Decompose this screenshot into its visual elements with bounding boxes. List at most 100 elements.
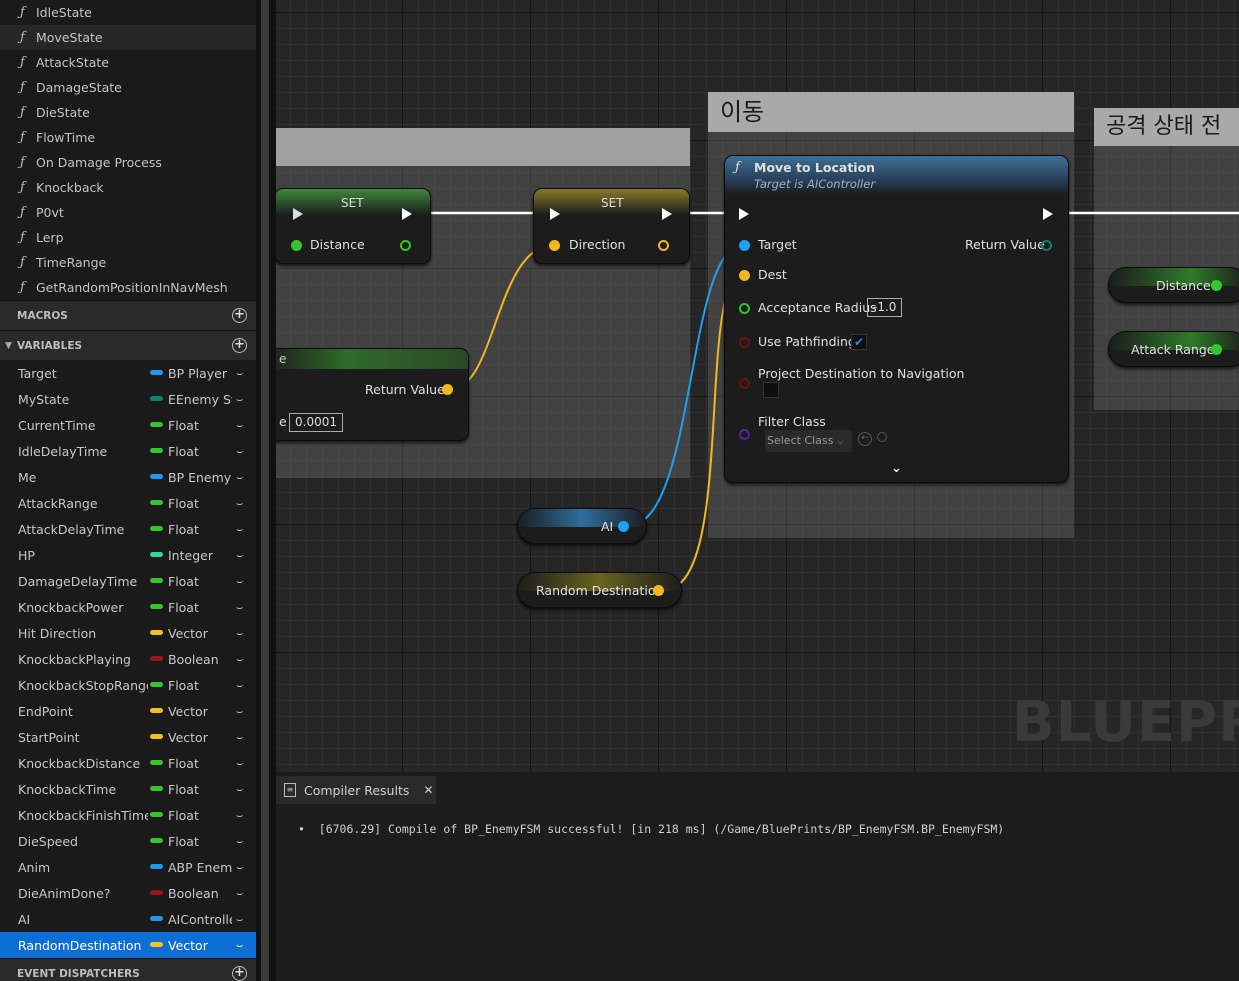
filter-class-select[interactable]: Select Class ⌵ xyxy=(765,430,852,452)
eye-closed-icon[interactable]: ⌣ xyxy=(236,809,243,823)
ai-out-pin[interactable] xyxy=(618,521,629,532)
exec-in-pin[interactable] xyxy=(550,208,560,220)
eye-closed-icon[interactable]: ⌣ xyxy=(236,367,243,381)
acceptance-radius-pin[interactable] xyxy=(739,303,750,314)
exec-out-pin[interactable] xyxy=(1043,208,1053,220)
function-item[interactable]: ƒ P0vt xyxy=(0,200,256,225)
exec-in-pin[interactable] xyxy=(739,208,749,220)
function-item[interactable]: ƒ FlowTime xyxy=(0,125,256,150)
variables-section[interactable]: ▼ VARIABLES + xyxy=(0,330,256,360)
get-distance-node[interactable]: Distance xyxy=(1108,267,1239,303)
use-pathfinding-checkbox[interactable]: ✔ xyxy=(851,334,867,350)
variable-item[interactable]: StartPoint Vector ⌣ xyxy=(0,724,256,750)
browse-search-icon[interactable] xyxy=(877,432,887,442)
compiler-results-tab[interactable]: ≡ Compiler Results ✕ xyxy=(276,776,436,804)
eye-closed-icon[interactable]: ⌣ xyxy=(236,887,243,901)
return-value-pin[interactable] xyxy=(442,384,453,395)
eye-closed-icon[interactable]: ⌣ xyxy=(236,653,243,667)
project-destination-checkbox[interactable] xyxy=(763,382,779,398)
filter-class-pin[interactable] xyxy=(739,429,750,440)
eye-closed-icon[interactable]: ⌣ xyxy=(236,861,243,875)
get-random-destination-node[interactable]: Random Destination xyxy=(517,572,682,608)
blueprint-graph[interactable]: 이동 공격 상태 전 SET Distance SET Direction e … xyxy=(276,0,1239,772)
variable-item[interactable]: KnockbackDistance Float ⌣ xyxy=(0,750,256,776)
variable-item[interactable]: Hit Direction Vector ⌣ xyxy=(0,620,256,646)
get-ai-node[interactable]: AI xyxy=(517,508,647,544)
return-value-pin[interactable] xyxy=(1041,240,1052,251)
expand-chevron-icon[interactable]: ⌄ xyxy=(891,461,902,476)
eye-closed-icon[interactable]: ⌣ xyxy=(236,601,243,615)
eye-closed-icon[interactable]: ⌣ xyxy=(236,627,243,641)
float-input[interactable]: 0.0001 xyxy=(289,413,343,432)
eye-closed-icon[interactable]: ⌣ xyxy=(236,419,243,433)
function-item[interactable]: ƒ Lerp xyxy=(0,225,256,250)
function-item[interactable]: ƒ IdleState xyxy=(0,0,256,25)
eye-closed-icon[interactable]: ⌣ xyxy=(236,393,243,407)
variable-item[interactable]: Anim ABP Enemy ⌣ xyxy=(0,854,256,880)
eye-closed-icon[interactable]: ⌣ xyxy=(236,679,243,693)
eye-closed-icon[interactable]: ⌣ xyxy=(236,757,243,771)
eye-closed-icon[interactable]: ⌣ xyxy=(236,549,243,563)
eye-closed-icon[interactable]: ⌣ xyxy=(236,705,243,719)
distance-in-pin[interactable] xyxy=(291,240,302,251)
eye-closed-icon[interactable]: ⌣ xyxy=(236,445,243,459)
exec-out-pin[interactable] xyxy=(662,208,672,220)
variable-item[interactable]: DieAnimDone? Boolean ⌣ xyxy=(0,880,256,906)
variable-item[interactable]: KnockbackPlaying Boolean ⌣ xyxy=(0,646,256,672)
variable-item[interactable]: HP Integer ⌣ xyxy=(0,542,256,568)
variable-item[interactable]: KnockbackPower Float ⌣ xyxy=(0,594,256,620)
eye-closed-icon[interactable]: ⌣ xyxy=(236,835,243,849)
use-selected-icon[interactable]: ← xyxy=(858,432,872,446)
variable-item[interactable]: CurrentTime Float ⌣ xyxy=(0,412,256,438)
function-item[interactable]: ƒ AttackState xyxy=(0,50,256,75)
partial-function-node[interactable]: e Return Value e 0.0001 xyxy=(276,348,469,441)
variable-item[interactable]: KnockbackFinishTime Float ⌣ xyxy=(0,802,256,828)
random-destination-out-pin[interactable] xyxy=(653,585,664,596)
function-item[interactable]: ƒ Knockback xyxy=(0,175,256,200)
distance-out-pin[interactable] xyxy=(400,240,411,251)
function-item[interactable]: ƒ GetRandomPositionInNavMesh xyxy=(0,275,256,300)
variable-item[interactable]: EndPoint Vector ⌣ xyxy=(0,698,256,724)
eye-closed-icon[interactable]: ⌣ xyxy=(236,497,243,511)
variable-item[interactable]: DieSpeed Float ⌣ xyxy=(0,828,256,854)
eye-closed-icon[interactable]: ⌣ xyxy=(236,471,243,485)
eye-closed-icon[interactable]: ⌣ xyxy=(236,783,243,797)
add-event-dispatcher-icon[interactable]: + xyxy=(232,966,247,981)
target-pin[interactable] xyxy=(739,240,750,251)
event-dispatchers-section[interactable]: EVENT DISPATCHERS + xyxy=(0,958,256,981)
variable-item[interactable]: Target BP Player ⌣ xyxy=(0,360,256,386)
eye-closed-icon[interactable]: ⌣ xyxy=(236,731,243,745)
function-item[interactable]: ƒ MoveState xyxy=(0,25,256,50)
eye-closed-icon[interactable]: ⌣ xyxy=(236,523,243,537)
exec-in-pin[interactable] xyxy=(293,208,303,220)
variable-item[interactable]: IdleDelayTime Float ⌣ xyxy=(0,438,256,464)
project-destination-pin[interactable] xyxy=(739,378,750,389)
macros-section[interactable]: MACROS + xyxy=(0,300,256,330)
distance-out-pin[interactable] xyxy=(1211,280,1222,291)
acceptance-radius-input[interactable]: -1.0 xyxy=(867,298,903,317)
move-to-location-node[interactable]: ƒ Move to Location Target is AIControlle… xyxy=(724,155,1069,483)
attack-range-out-pin[interactable] xyxy=(1211,344,1222,355)
direction-in-pin[interactable] xyxy=(549,240,560,251)
variable-item[interactable]: AttackRange Float ⌣ xyxy=(0,490,256,516)
variable-item[interactable]: KnockbackStopRange Float ⌣ xyxy=(0,672,256,698)
set-direction-node[interactable]: SET Direction xyxy=(533,188,690,264)
eye-closed-icon[interactable]: ⌣ xyxy=(236,913,243,927)
function-item[interactable]: ƒ DieState xyxy=(0,100,256,125)
variable-item[interactable]: Me BP Enemy ⌣ xyxy=(0,464,256,490)
exec-out-pin[interactable] xyxy=(402,208,412,220)
function-item[interactable]: ƒ TimeRange xyxy=(0,250,256,275)
variable-item[interactable]: AttackDelayTime Float ⌣ xyxy=(0,516,256,542)
get-attack-range-node[interactable]: Attack Range xyxy=(1108,331,1239,367)
eye-closed-icon[interactable]: ⌣ xyxy=(236,939,243,953)
close-icon[interactable]: ✕ xyxy=(423,783,433,797)
variable-item[interactable]: MyState EEnemy St ⌣ xyxy=(0,386,256,412)
variable-item[interactable]: RandomDestination Vector ⌣ xyxy=(0,932,256,958)
function-item[interactable]: ƒ On Damage Process xyxy=(0,150,256,175)
function-item[interactable]: ƒ DamageState xyxy=(0,75,256,100)
panel-splitter[interactable] xyxy=(256,0,276,981)
set-distance-node[interactable]: SET Distance xyxy=(276,188,431,264)
variable-item[interactable]: AI AIControlle ⌣ xyxy=(0,906,256,932)
collapse-triangle-icon[interactable]: ▼ xyxy=(5,341,17,351)
variable-item[interactable]: DamageDelayTime Float ⌣ xyxy=(0,568,256,594)
